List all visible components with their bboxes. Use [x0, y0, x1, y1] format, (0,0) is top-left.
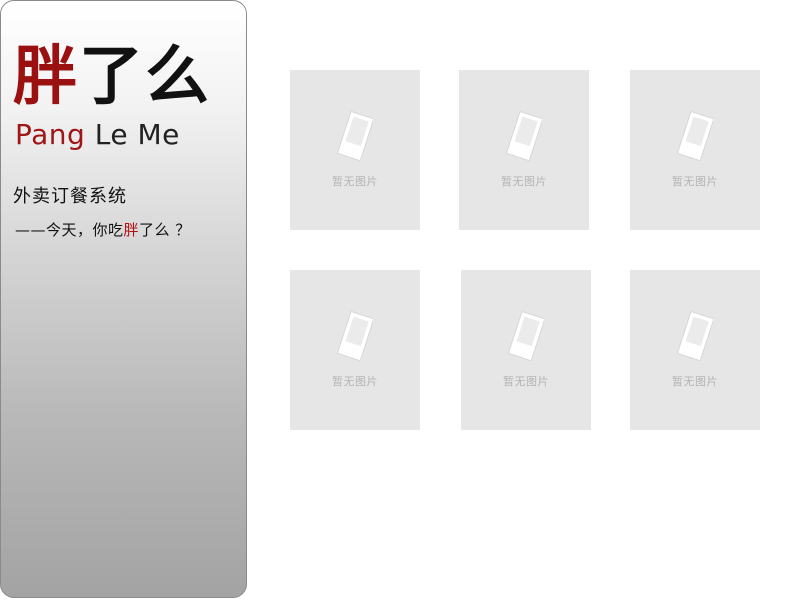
logo-word-le: Le	[94, 118, 129, 151]
food-item-tile-4[interactable]: 暂无图片	[290, 270, 420, 430]
slogan-suffix: 了么 ？	[139, 221, 191, 239]
food-item-tile-5[interactable]: 暂无图片	[461, 270, 591, 430]
logo-chinese[interactable]: 胖了么	[13, 41, 243, 113]
food-item-tile-1[interactable]: 暂无图片	[290, 70, 420, 230]
slogan-prefix: ——今天，你吃	[15, 221, 124, 239]
slogan: ——今天，你吃胖了么 ？	[15, 219, 191, 241]
no-image-label: 暂无图片	[332, 375, 378, 388]
image-placeholder-icon	[337, 311, 373, 361]
sidebar: 胖了么 Pang Le Me 外卖订餐系统 ——今天，你吃胖了么 ？	[0, 0, 247, 598]
image-placeholder-icon	[677, 311, 713, 361]
no-image-label: 暂无图片	[672, 375, 718, 388]
food-item-tile-3[interactable]: 暂无图片	[630, 70, 760, 230]
image-placeholder-icon	[677, 111, 713, 161]
food-item-tile-2[interactable]: 暂无图片	[459, 70, 589, 230]
app-subtitle: 外卖订餐系统	[13, 186, 127, 207]
logo-char-le: 了	[79, 39, 145, 114]
logo-char-pang: 胖	[13, 39, 79, 114]
page: 胖了么 Pang Le Me 外卖订餐系统 ——今天，你吃胖了么 ？ 暂无图片	[0, 0, 800, 600]
no-image-label: 暂无图片	[501, 175, 547, 188]
image-placeholder-icon	[508, 311, 544, 361]
logo-word-me: Me	[137, 118, 180, 151]
image-placeholder-icon	[506, 111, 542, 161]
no-image-label: 暂无图片	[332, 175, 378, 188]
no-image-label: 暂无图片	[672, 175, 718, 188]
image-placeholder-icon	[337, 111, 373, 161]
logo-word-pang: Pang	[15, 118, 86, 151]
food-item-tile-6[interactable]: 暂无图片	[630, 270, 760, 430]
slogan-highlight: 胖	[123, 221, 140, 239]
logo-english: Pang Le Me	[15, 117, 180, 153]
logo-char-me: 么	[145, 39, 211, 114]
no-image-label: 暂无图片	[503, 375, 549, 388]
